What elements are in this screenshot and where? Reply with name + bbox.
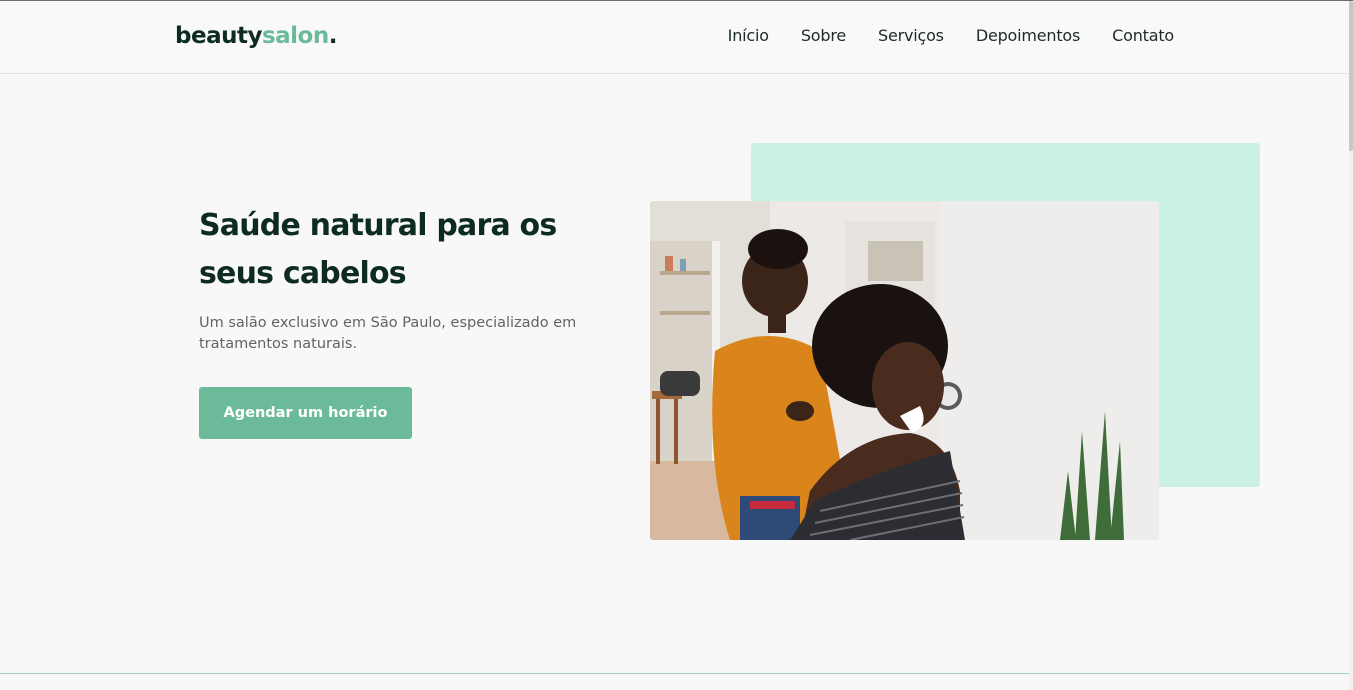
hero-title: Saúde natural para os seus cabelos bbox=[199, 208, 557, 291]
nav-link-servicos[interactable]: Serviços bbox=[878, 26, 944, 45]
main-nav: Início Sobre Serviços Depoimentos Contat… bbox=[728, 26, 1175, 45]
nav-link-sobre[interactable]: Sobre bbox=[801, 26, 846, 45]
brand-name-dark: beauty bbox=[175, 23, 262, 49]
brand-name-accent: salon bbox=[261, 23, 329, 49]
nav-link-inicio[interactable]: Início bbox=[728, 26, 769, 45]
nav-link-depoimentos[interactable]: Depoimentos bbox=[976, 26, 1081, 45]
hero-subtitle: Um salão exclusivo em São Paulo, especia… bbox=[199, 315, 577, 352]
brand-dot: . bbox=[328, 23, 338, 49]
scrollbar-thumb[interactable] bbox=[1349, 1, 1353, 151]
brand-logo[interactable]: beautysalon. bbox=[175, 23, 338, 49]
site-header: beautysalon. Início Sobre Serviços Depoi… bbox=[0, 1, 1349, 74]
hero-photo bbox=[650, 201, 1159, 540]
book-appointment-button[interactable]: Agendar um horário bbox=[199, 387, 412, 439]
hero-photo-illustration bbox=[650, 201, 1159, 540]
section-divider bbox=[0, 673, 1349, 674]
nav-link-contato[interactable]: Contato bbox=[1112, 26, 1174, 45]
